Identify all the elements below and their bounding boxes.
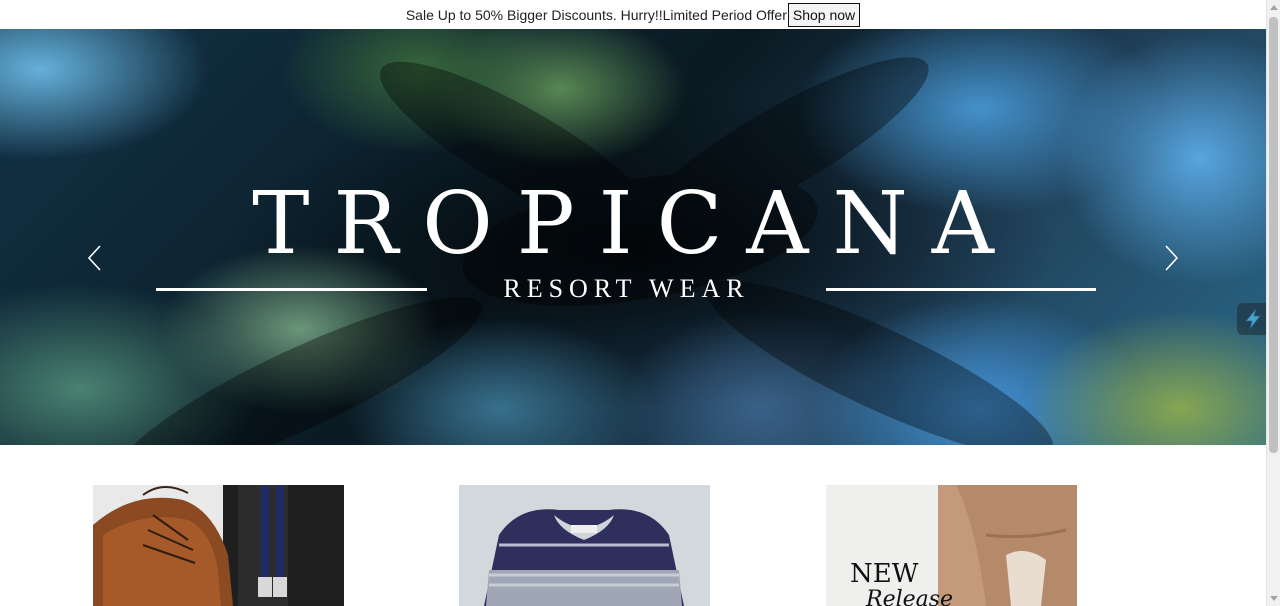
announcement-text: Sale Up to 50% Bigger Discounts. Hurry!!…: [405, 6, 787, 23]
chevron-right-icon: [1165, 245, 1179, 271]
sweater-image: [459, 485, 710, 606]
shoes-suspenders-image: [93, 485, 344, 606]
scroll-down-icon[interactable]: [1270, 596, 1278, 601]
page-scrollbar[interactable]: [1266, 0, 1280, 606]
scroll-up-icon[interactable]: [1270, 5, 1278, 10]
new-label: NEW: [850, 559, 919, 589]
lightning-bolt-icon: [1244, 308, 1261, 330]
carousel-prev-button[interactable]: [83, 243, 107, 273]
hero-carousel: TROPICANA RESORT WEAR: [0, 29, 1266, 445]
release-label: Release: [865, 587, 953, 606]
announcement-bar: Sale Up to 50% Bigger Discounts. Hurry!!…: [0, 0, 1266, 29]
chevron-left-icon: [87, 245, 101, 271]
brand-rule-left: [156, 288, 427, 291]
brand-subtitle: RESORT WEAR: [503, 274, 750, 303]
carousel-next-button[interactable]: [1159, 243, 1183, 273]
side-widget-button[interactable]: [1237, 303, 1268, 335]
brand-rule-right: [826, 288, 1096, 291]
new-release-image: NEW Release: [826, 485, 1077, 606]
scrollbar-thumb[interactable]: [1269, 17, 1278, 453]
brand-title: TROPICANA: [252, 174, 1018, 274]
product-card-shoes[interactable]: [93, 485, 344, 606]
product-card-new-release[interactable]: NEW Release: [826, 485, 1077, 606]
shop-now-button[interactable]: Shop now: [787, 2, 861, 27]
page: Sale Up to 50% Bigger Discounts. Hurry!!…: [0, 0, 1280, 606]
product-card-sweater[interactable]: [459, 485, 710, 606]
